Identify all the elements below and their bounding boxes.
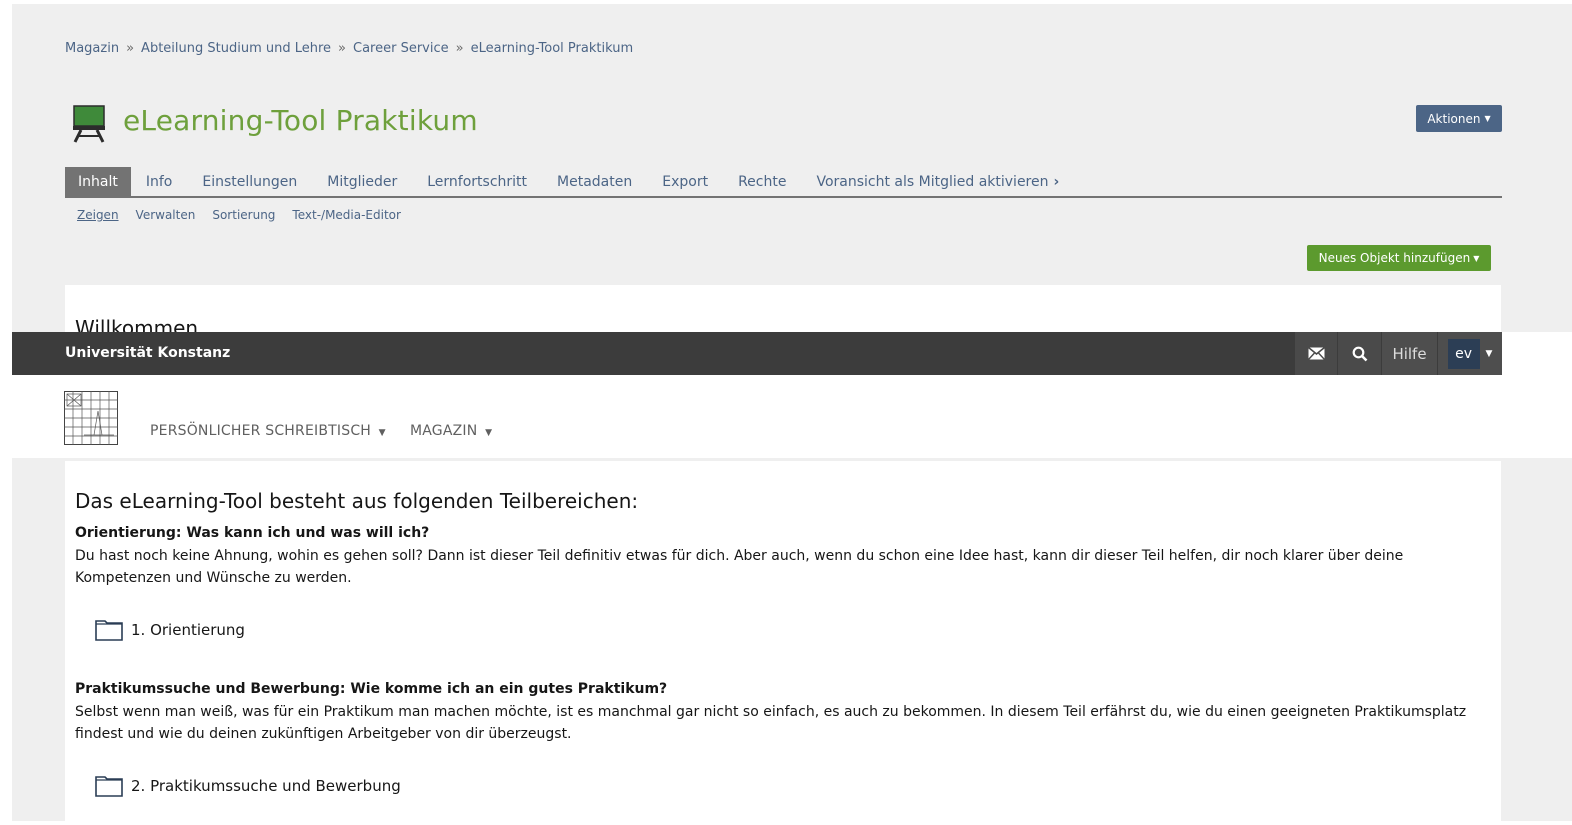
tab-info[interactable]: Info [131, 167, 188, 197]
actions-button-label: Aktionen [1427, 111, 1481, 126]
nav-personal-desk[interactable]: PERSÖNLICHER SCHREIBTISCH ▼ [150, 423, 386, 439]
caret-down-icon: ▼ [1485, 348, 1493, 359]
tab-rechte[interactable]: Rechte [723, 167, 801, 197]
caret-down-icon: ▼ [485, 428, 493, 438]
breadcrumb-item[interactable]: Magazin [65, 41, 119, 56]
nav-repository[interactable]: MAGAZIN ▼ [410, 423, 492, 439]
breadcrumb-separator: » [455, 41, 464, 56]
folder-item[interactable]: 1. Orientierung [95, 619, 245, 641]
folder-icon [95, 620, 123, 641]
tab-export[interactable]: Export [647, 167, 723, 197]
search-button[interactable] [1338, 332, 1381, 375]
university-logo[interactable] [64, 391, 118, 445]
user-menu-button[interactable]: ev ▼ [1438, 332, 1502, 375]
top-bar-right-gap [1502, 332, 1572, 375]
subtab-bar: Zeigen Verwalten Sortierung Text-/Media-… [77, 208, 401, 222]
folder-label: 2. Praktikumssuche und Bewerbung [131, 777, 401, 795]
content-heading: Das eLearning-Tool besteht aus folgenden… [75, 489, 639, 513]
nav-repository-label: MAGAZIN [410, 423, 478, 439]
mail-button[interactable] [1295, 332, 1337, 375]
caret-down-icon: ▼ [378, 428, 386, 438]
learning-module-icon [73, 105, 105, 143]
page-title: eLearning-Tool Praktikum [123, 104, 478, 137]
subtab-text-media-editor[interactable]: Text-/Media-Editor [292, 208, 401, 222]
nav-personal-desk-label: PERSÖNLICHER SCHREIBTISCH [150, 423, 372, 439]
section-title: Praktikumssuche und Bewerbung: Wie komme… [75, 681, 668, 697]
mail-icon [1307, 347, 1325, 360]
folder-item[interactable]: 2. Praktikumssuche und Bewerbung [95, 775, 401, 797]
tab-bar: Inhalt Info Einstellungen Mitglieder Ler… [65, 167, 1074, 197]
add-new-object-button[interactable]: Neues Objekt hinzufügen ▼ [1307, 245, 1491, 271]
avatar: ev [1447, 338, 1480, 369]
tab-mitglieder[interactable]: Mitglieder [312, 167, 412, 197]
actions-button[interactable]: Aktionen ▼ [1416, 105, 1502, 132]
tab-member-preview-label: Voransicht als Mitglied aktivieren [816, 174, 1049, 190]
breadcrumb-item[interactable]: eLearning-Tool Praktikum [471, 41, 634, 56]
tab-lernfortschritt[interactable]: Lernfortschritt [412, 167, 542, 197]
add-new-object-label: Neues Objekt hinzufügen [1318, 251, 1471, 265]
breadcrumb-separator: » [126, 41, 135, 56]
breadcrumb-separator: » [338, 41, 347, 56]
help-button[interactable]: Hilfe [1382, 332, 1437, 375]
caret-down-icon: ▼ [1484, 114, 1491, 123]
tab-divider [65, 196, 1502, 198]
main-navigation [12, 375, 1572, 461]
subtab-sortierung[interactable]: Sortierung [212, 208, 275, 222]
breadcrumb-item[interactable]: Career Service [353, 41, 449, 56]
caret-down-icon: ▼ [1473, 253, 1480, 263]
breadcrumb: Magazin » Abteilung Studium und Lehre » Care… [65, 41, 633, 56]
search-icon [1352, 346, 1367, 361]
section-title: Orientierung: Was kann ich und was will … [75, 525, 430, 541]
folder-icon [95, 776, 123, 797]
tab-member-preview[interactable]: Voransicht als Mitglied aktivieren › [801, 167, 1074, 197]
chevron-right-icon: › [1053, 174, 1060, 190]
section-text: Selbst wenn man weiß, was für ein Prakti… [75, 704, 1467, 742]
subtab-verwalten[interactable]: Verwalten [136, 208, 196, 222]
subtab-zeigen[interactable]: Zeigen [77, 208, 119, 222]
university-name[interactable]: Universität Konstanz [65, 345, 230, 361]
section-text: Du hast noch keine Ahnung, wohin es gehe… [75, 548, 1404, 586]
folder-label: 1. Orientierung [131, 621, 245, 639]
tab-inhalt[interactable]: Inhalt [65, 167, 131, 197]
tab-einstellungen[interactable]: Einstellungen [187, 167, 312, 197]
breadcrumb-item[interactable]: Abteilung Studium und Lehre [141, 41, 331, 56]
tab-metadaten[interactable]: Metadaten [542, 167, 647, 197]
top-bar [12, 332, 1502, 375]
